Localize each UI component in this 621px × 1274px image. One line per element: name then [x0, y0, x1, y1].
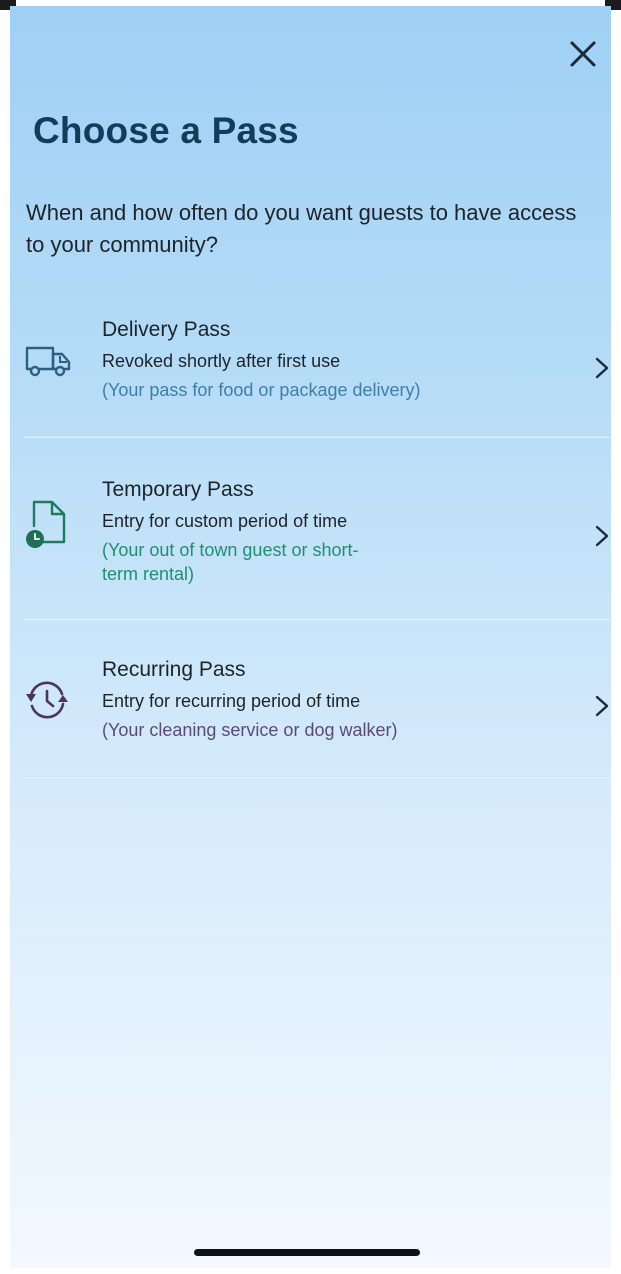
screen: Choose a Pass When and how often do you …: [0, 0, 621, 1274]
temporary-pass-note-line2: term rental): [102, 564, 195, 584]
delivery-pass-option[interactable]: Delivery Pass Revoked shortly after firs…: [24, 316, 610, 420]
delivery-pass-title: Delivery Pass: [102, 318, 231, 341]
home-indicator[interactable]: [194, 1249, 420, 1256]
chevron-right-icon: [594, 694, 610, 718]
close-button[interactable]: [565, 36, 601, 72]
recurring-pass-option[interactable]: Recurring Pass Entry for recurring perio…: [24, 656, 610, 760]
temporary-pass-note-line1: (Your out of town guest or short-: [102, 540, 359, 560]
temporary-pass-title: Temporary Pass: [102, 478, 254, 501]
divider: [24, 618, 610, 620]
choose-pass-sheet: Choose a Pass When and how often do you …: [10, 6, 611, 1268]
page-title: Choose a Pass: [33, 110, 299, 151]
chevron-right-icon: [594, 524, 610, 548]
divider: [24, 776, 610, 778]
close-icon: [570, 41, 596, 67]
temporary-pass-description: Entry for custom period of time: [102, 511, 348, 531]
chevron-right-icon: [594, 356, 610, 380]
recurring-pass-note: (Your cleaning service or dog walker): [102, 720, 398, 740]
temporary-pass-option[interactable]: Temporary Pass Entry for custom period o…: [24, 476, 610, 596]
page-subtitle: When and how often do you want guests to…: [26, 200, 577, 257]
calendar-clock-icon: [24, 498, 70, 555]
delivery-pass-note: (Your pass for food or package delivery): [102, 380, 421, 400]
delivery-pass-description: Revoked shortly after first use: [102, 351, 341, 371]
recurring-clock-icon: [24, 678, 70, 727]
delivery-truck-icon: [24, 342, 74, 387]
recurring-pass-description: Entry for recurring period of time: [102, 691, 361, 711]
divider: [24, 436, 610, 438]
recurring-pass-title: Recurring Pass: [102, 658, 246, 681]
